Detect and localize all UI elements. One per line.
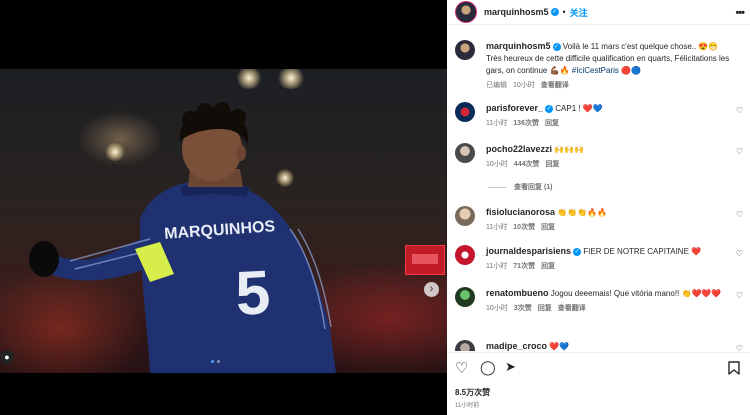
post-username[interactable]: marquinhosm5 — [484, 7, 549, 17]
comment-likes[interactable]: 10次赞 — [513, 222, 535, 234]
reply-button[interactable]: 回复 — [541, 222, 555, 234]
avatar[interactable] — [455, 40, 475, 60]
comment-time: 10小时 — [486, 305, 508, 312]
jersey-number: 5 — [234, 258, 272, 329]
post-header: marquinhosm5 ✓ • 关注 ••• — [447, 0, 750, 25]
comment-time: 11小时 — [486, 120, 508, 127]
comment-meta: 10小时 3次赞 回复 查看翻译 — [486, 303, 734, 315]
comment-icon[interactable]: ◯ — [480, 359, 496, 376]
comment-body: fisiolucianorosa 👏👏👏🔥🔥 11小时 10次赞 回复 — [486, 206, 734, 234]
verified-icon: ✓ — [545, 104, 554, 113]
comment-username[interactable]: journaldesparisiens — [486, 246, 571, 256]
comments-list: marquinhosm5 ✓ Voilà le 11 mars c'est que… — [447, 26, 750, 351]
comment-body: parisforever_ ✓ CAP1 ! ❤️💙 11小时 136次赞 回复 — [486, 102, 734, 130]
carousel-dot-active — [211, 360, 214, 363]
verified-icon: ✓ — [552, 42, 561, 51]
avatar[interactable] — [455, 206, 475, 226]
comment-meta: 11小时 136次赞 回复 — [486, 118, 734, 130]
comment-text: 👏👏👏🔥🔥 — [557, 208, 608, 217]
separator: • — [562, 7, 566, 17]
comment-meta: 10小时 444次赞 回复 — [486, 159, 734, 171]
comment-likes[interactable]: 71次赞 — [513, 261, 535, 273]
share-icon[interactable]: ➤ — [505, 359, 516, 375]
view-replies-button[interactable]: 查看回复 (1) — [488, 182, 553, 192]
reply-button[interactable]: 回复 — [538, 303, 552, 315]
comment-username[interactable]: fisiolucianorosa — [486, 207, 555, 217]
reply-button[interactable]: 回复 — [545, 159, 559, 171]
post-media: MARQUINHOS 5 › ● — [0, 0, 447, 415]
heart-icon[interactable]: ♡ — [736, 210, 743, 219]
comment-likes[interactable]: 3次赞 — [514, 303, 532, 315]
comment-meta: 11小时 10次赞 回复 — [486, 222, 734, 234]
comment-likes[interactable]: 136次赞 — [513, 118, 539, 130]
translate-link[interactable]: 查看翻译 — [558, 303, 586, 315]
comment-text: ❤️💙 — [549, 342, 570, 351]
caption-meta: 已编辑 10小时 查看翻译 — [486, 80, 734, 92]
comment-likes[interactable]: 444次赞 — [514, 159, 540, 171]
comment-text: Jogou deeemais! Que vitória mano!! 👏❤️❤️… — [550, 289, 722, 298]
post-panel: marquinhosm5 ✓ • 关注 ••• marquinhosm5 ✓ Vo… — [447, 0, 750, 415]
comment-meta: 11小时 71次赞 回复 — [486, 261, 734, 273]
verified-icon: ✓ — [573, 247, 582, 256]
heart-icon[interactable]: ♡ — [736, 106, 743, 115]
reply-button[interactable]: 回复 — [545, 118, 559, 130]
follow-button[interactable]: 关注 — [570, 6, 588, 19]
heart-icon[interactable]: ♡ — [736, 147, 743, 156]
caption-time: 10小时 — [513, 82, 535, 89]
post-actions: ♡ ◯ ➤ 8.5万次赞 11小时前 — [447, 352, 750, 415]
avatar[interactable] — [455, 245, 475, 265]
view-replies-label: 查看回复 (1) — [514, 184, 553, 191]
comment-username[interactable]: renatombueno — [486, 288, 549, 298]
hashtag-link[interactable]: #IciCestParis — [572, 66, 619, 75]
comment-body: pocho22lavezzi 🙌🙌🙌 10小时 444次赞 回复 — [486, 143, 734, 171]
comment-text: CAP1 ! ❤️💙 — [555, 104, 603, 113]
comment-time: 11小时 — [486, 224, 508, 231]
caption-emojis: 🔴🔵 — [621, 66, 642, 75]
divider — [488, 186, 506, 188]
heart-icon[interactable]: ♡ — [736, 291, 743, 300]
avatar[interactable] — [455, 340, 475, 351]
avatar[interactable] — [455, 143, 475, 163]
more-horizontal-icon[interactable]: ••• — [735, 7, 745, 19]
next-media-button[interactable]: › — [424, 282, 439, 297]
heart-icon[interactable]: ♡ — [736, 249, 743, 258]
carousel-indicator — [211, 360, 220, 363]
avatar[interactable] — [455, 1, 477, 23]
caption-username[interactable]: marquinhosm5 — [486, 41, 551, 51]
comment-username[interactable]: pocho22lavezzi — [486, 144, 552, 154]
edited-label: 已编辑 — [486, 82, 507, 89]
avatar[interactable] — [455, 287, 475, 307]
bookmark-icon[interactable] — [728, 361, 740, 375]
reply-button[interactable]: 回复 — [541, 261, 555, 273]
comment-text: 🙌🙌🙌 — [554, 145, 585, 154]
tagged-user-icon[interactable]: ● — [0, 350, 14, 364]
chevron-right-icon: › — [429, 283, 434, 295]
carousel-dot — [217, 360, 220, 363]
comment-body: renatombueno Jogou deeemais! Que vitória… — [486, 287, 734, 315]
post-timestamp: 11小时前 — [455, 403, 480, 409]
comment-body: madipe_croco ❤️💙 — [486, 340, 734, 351]
heart-icon[interactable]: ♡ — [736, 344, 743, 351]
player-figure: MARQUINHOS 5 — [29, 102, 336, 373]
post-photo[interactable]: MARQUINHOS 5 › — [0, 69, 447, 373]
comment-time: 11小时 — [486, 263, 508, 270]
verified-icon: ✓ — [550, 8, 559, 16]
comment-text: FIER DE NOTRE CAPITAINE ❤️ — [583, 247, 702, 256]
avatar[interactable] — [455, 102, 475, 122]
comment-time: 10小时 — [486, 161, 508, 168]
comment-username[interactable]: parisforever_ — [486, 103, 543, 113]
caption-body: marquinhosm5 ✓ Voilà le 11 mars c'est que… — [486, 40, 734, 92]
translate-link[interactable]: 查看翻译 — [541, 80, 569, 92]
comment-username[interactable]: madipe_croco — [486, 341, 547, 351]
like-count[interactable]: 8.5万次赞 — [455, 387, 490, 398]
heart-icon[interactable]: ♡ — [455, 359, 468, 377]
comment-body: journaldesparisiens ✓ FIER DE NOTRE CAPIT… — [486, 245, 734, 273]
